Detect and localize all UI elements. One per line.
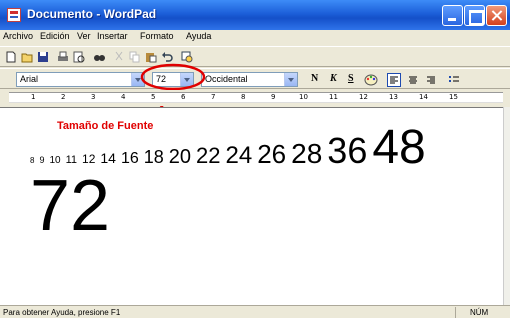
size-sample: 11 — [65, 154, 78, 166]
vertical-scrollbar[interactable] — [503, 107, 510, 305]
status-bar: Para obtener Ayuda, presione F1 NÚM — [0, 305, 510, 318]
bullets-icon[interactable] — [447, 73, 461, 87]
menu-archivo[interactable]: Archivo — [3, 31, 33, 41]
size-sample: 9 — [39, 155, 45, 165]
size-sample: 16 — [120, 150, 139, 167]
ruler-label: 1 — [31, 93, 36, 101]
size-sample: 8 — [30, 156, 35, 165]
status-help-text: Para obtener Ayuda, presione F1 — [3, 308, 121, 317]
find-icon[interactable] — [93, 51, 105, 63]
ruler-label: 5 — [151, 93, 156, 101]
print-preview-icon[interactable] — [73, 51, 85, 63]
standard-toolbar — [0, 46, 510, 67]
status-divider — [455, 307, 456, 318]
menu-formato[interactable]: Formato — [140, 31, 174, 41]
maximize-button[interactable] — [464, 5, 485, 26]
ruler-label: 6 — [181, 93, 186, 101]
menu-bar: Archivo Edición Ver Insertar Formato Ayu… — [0, 30, 510, 45]
font-size-sample-line: 8 9 10 11 12 14 16 18 20 22 24 26 28 36 48 — [30, 124, 431, 172]
size-sample-72: 72 — [30, 166, 111, 246]
size-sample: 24 — [225, 142, 253, 169]
size-sample: 26 — [257, 139, 287, 169]
num-lock-indicator: NÚM — [470, 308, 489, 317]
underline-button[interactable]: S — [348, 73, 354, 84]
ruler-label: 9 — [271, 93, 276, 101]
size-sample: 18 — [143, 147, 164, 167]
wordpad-app-icon[interactable] — [7, 8, 21, 22]
menu-ver[interactable]: Ver — [77, 31, 91, 41]
minimize-button[interactable] — [442, 5, 463, 26]
ruler-scale[interactable]: 1 2 3 4 5 6 7 8 9 10 11 12 13 14 15 — [9, 92, 503, 103]
print-icon[interactable] — [57, 51, 69, 63]
size-sample: 14 — [100, 150, 116, 166]
font-name-value: Arial — [20, 74, 39, 84]
chevron-down-icon[interactable] — [284, 73, 297, 86]
ruler[interactable]: 1 2 3 4 5 6 7 8 9 10 11 12 13 14 15 — [0, 90, 510, 106]
menu-edicion[interactable]: Edición — [40, 31, 70, 41]
ruler-label: 13 — [389, 93, 398, 101]
save-icon[interactable] — [37, 51, 49, 63]
size-sample: 22 — [196, 143, 221, 168]
window-title: Documento - WordPad — [27, 7, 157, 21]
ruler-label: 2 — [61, 93, 66, 101]
size-sample: 36 — [327, 130, 368, 171]
italic-button[interactable]: K — [330, 73, 337, 84]
menu-ayuda[interactable]: Ayuda — [186, 31, 211, 41]
close-button[interactable] — [486, 5, 507, 26]
menu-insertar[interactable]: Insertar — [97, 31, 128, 41]
script-value: Occidental — [205, 74, 248, 84]
script-combo[interactable]: Occidental — [201, 72, 298, 87]
font-name-combo[interactable]: Arial — [16, 72, 145, 87]
align-left-icon[interactable] — [387, 73, 401, 87]
ruler-label: 3 — [91, 93, 96, 101]
ruler-label: 8 — [241, 93, 246, 101]
ruler-label: 10 — [299, 93, 308, 101]
size-sample: 48 — [372, 121, 426, 174]
ruler-label: 11 — [329, 93, 338, 101]
new-document-icon[interactable] — [5, 51, 17, 63]
ruler-label: 12 — [359, 93, 368, 101]
copy-icon[interactable] — [129, 51, 141, 63]
ruler-label: 14 — [419, 93, 428, 101]
align-right-icon[interactable] — [424, 73, 438, 87]
ruler-label: 4 — [121, 93, 126, 101]
ruler-label: 15 — [449, 93, 458, 101]
size-sample: 28 — [291, 138, 323, 169]
wordpad-window: Documento - WordPad Archivo Edición Ver … — [0, 0, 510, 318]
format-bar: Arial 72 Occidental N K S — [0, 68, 510, 89]
size-sample: 12 — [82, 152, 96, 166]
title-bar[interactable]: Documento - WordPad — [0, 0, 510, 30]
align-center-icon[interactable] — [406, 73, 420, 87]
bold-button[interactable]: N — [311, 73, 318, 84]
open-folder-icon[interactable] — [21, 51, 33, 63]
ruler-label: 7 — [211, 93, 216, 101]
size-sample: 20 — [168, 146, 192, 168]
color-palette-icon[interactable] — [364, 73, 378, 87]
cut-icon[interactable] — [113, 51, 125, 63]
size-sample: 10 — [49, 155, 61, 166]
